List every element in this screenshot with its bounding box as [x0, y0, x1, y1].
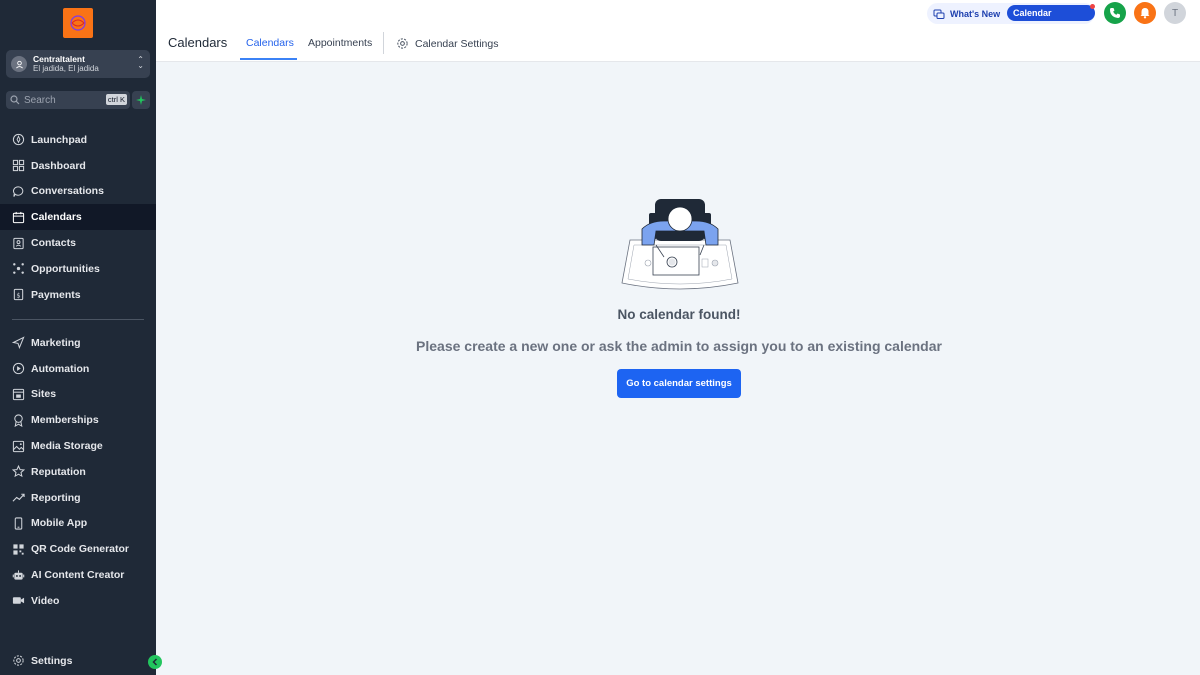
sidebar-item-ai-content-creator[interactable]: AI Content Creator — [0, 562, 156, 588]
payments-icon: $ — [12, 288, 25, 301]
sidebar-item-label: Dashboard — [31, 159, 86, 172]
notification-dot — [1090, 4, 1095, 9]
active-tab-indicator — [240, 58, 297, 60]
sidebar-item-reporting[interactable]: Reporting — [0, 485, 156, 511]
sidebar-item-launchpad[interactable]: Launchpad — [0, 127, 156, 153]
sidebar-item-dashboard[interactable]: Dashboard — [0, 153, 156, 179]
sidebar-item-contacts[interactable]: Contacts — [0, 230, 156, 256]
whats-new-pill: What's New Calendar Updates — [927, 3, 1095, 34]
search-icon — [10, 95, 20, 105]
sidebar-item-label: Sites — [31, 388, 57, 401]
account-switcher[interactable]: Centraltalent El jadida, El jadida ⌃ ⌄ — [6, 50, 150, 78]
bell-icon — [1140, 8, 1150, 19]
go-to-calendar-settings-button[interactable]: Go to calendar settings — [617, 369, 741, 398]
avatar[interactable]: T — [1164, 2, 1186, 24]
notifications-button[interactable] — [1134, 2, 1156, 24]
sidebar-item-conversations[interactable]: Conversations — [0, 179, 156, 205]
brand-logo[interactable] — [63, 8, 93, 38]
sites-icon — [12, 388, 25, 401]
sidebar-item-mobile-app[interactable]: Mobile App — [0, 511, 156, 537]
robot-icon — [12, 569, 25, 582]
sidebar-item-media-storage[interactable]: Media Storage — [0, 433, 156, 459]
sidebar-item-label: Reputation — [31, 465, 86, 478]
empty-state-title: No calendar found! — [617, 307, 741, 322]
calendar-updates-button[interactable]: Calendar Updates — [1007, 5, 1095, 34]
video-icon — [12, 594, 25, 607]
search-placeholder: Search — [24, 94, 56, 106]
opportunities-icon — [12, 262, 25, 275]
tab-appointments[interactable]: Appointments — [308, 37, 372, 49]
primary-nav: Launchpad Dashboard Conversations Calend… — [0, 127, 156, 308]
sidebar-item-label: Conversations — [31, 185, 104, 198]
contacts-icon — [12, 237, 25, 250]
badge-icon — [12, 414, 25, 427]
tab-separator — [383, 32, 384, 54]
empty-state-illustration — [620, 195, 740, 295]
sidebar-item-label: QR Code Generator — [31, 543, 130, 556]
user-icon — [15, 60, 23, 68]
announcement-icon — [933, 9, 945, 19]
sidebar-item-label: Opportunities — [31, 262, 100, 275]
sidebar-item-video[interactable]: Video — [0, 588, 156, 614]
gear-icon — [397, 38, 408, 49]
sidebar-item-memberships[interactable]: Memberships — [0, 407, 156, 433]
empty-state-subtitle: Please create a new one or ask the admin… — [416, 338, 942, 354]
page-title: Calendars — [168, 35, 228, 50]
account-avatar — [11, 56, 27, 72]
logo-icon — [70, 15, 86, 31]
chevron-left-icon — [152, 658, 158, 666]
phone-button[interactable] — [1104, 2, 1126, 24]
mobile-icon — [12, 517, 25, 530]
trend-icon — [12, 491, 25, 504]
rocket-icon — [12, 133, 25, 146]
account-location: El jadida, El jadida — [33, 64, 99, 73]
sidebar-item-label: AI Content Creator — [31, 569, 125, 582]
sidebar-item-sites[interactable]: Sites — [0, 382, 156, 408]
qr-icon — [12, 543, 25, 556]
automation-icon — [12, 362, 25, 375]
sidebar-item-opportunities[interactable]: Opportunities — [0, 256, 156, 282]
chevron-updown-icon: ⌃ ⌄ — [137, 55, 144, 70]
sidebar-item-label: Video — [31, 594, 60, 607]
star-icon — [12, 465, 25, 478]
tab-calendar-settings[interactable]: Calendar Settings — [396, 37, 498, 50]
chat-icon — [12, 185, 25, 198]
sidebar-item-label: Reporting — [31, 491, 81, 504]
secondary-nav: Marketing Automation Sites Memberships M… — [0, 330, 156, 614]
tab-label: Calendar Settings — [415, 37, 499, 50]
sidebar-item-automation[interactable]: Automation — [0, 356, 156, 382]
sidebar-item-label: Memberships — [31, 414, 99, 427]
account-name: Centraltalent — [33, 54, 85, 64]
grid-icon — [12, 159, 25, 172]
person-at-desk-illustration — [621, 199, 739, 290]
collapse-sidebar-button[interactable] — [148, 655, 162, 669]
topbar: Calendars Calendars Appointments Calenda… — [156, 0, 1200, 62]
tab-calendars[interactable]: Calendars — [246, 37, 294, 49]
search-input[interactable]: Search ctrl K — [6, 91, 130, 109]
sidebar-item-label: Contacts — [31, 237, 76, 250]
calendar-icon — [12, 211, 25, 224]
sparkle-icon — [136, 95, 146, 105]
sidebar-item-payments[interactable]: $ Payments — [0, 282, 156, 308]
image-icon — [12, 440, 25, 453]
sidebar-item-label: Calendars — [31, 211, 82, 224]
sidebar-item-label: Launchpad — [31, 133, 88, 146]
sidebar-item-label: Media Storage — [31, 440, 103, 453]
ai-sparkle-button[interactable] — [132, 91, 150, 109]
sidebar-item-qr-code-generator[interactable]: QR Code Generator — [0, 536, 156, 562]
sidebar-item-label: Automation — [31, 362, 90, 375]
search-shortcut: ctrl K — [105, 94, 127, 105]
sidebar-footer: Settings — [0, 648, 156, 674]
sidebar-item-reputation[interactable]: Reputation — [0, 459, 156, 485]
phone-icon — [1110, 8, 1120, 18]
whats-new-link[interactable]: What's New — [950, 9, 1000, 19]
sidebar-item-calendars[interactable]: Calendars — [0, 204, 156, 231]
sidebar-item-label: Settings — [31, 654, 73, 667]
sidebar-item-settings[interactable]: Settings — [0, 648, 156, 674]
gear-icon — [12, 654, 25, 667]
sidebar-item-label: Mobile App — [31, 517, 88, 530]
svg-text:$: $ — [16, 291, 20, 299]
sidebar-item-label: Payments — [31, 288, 81, 301]
